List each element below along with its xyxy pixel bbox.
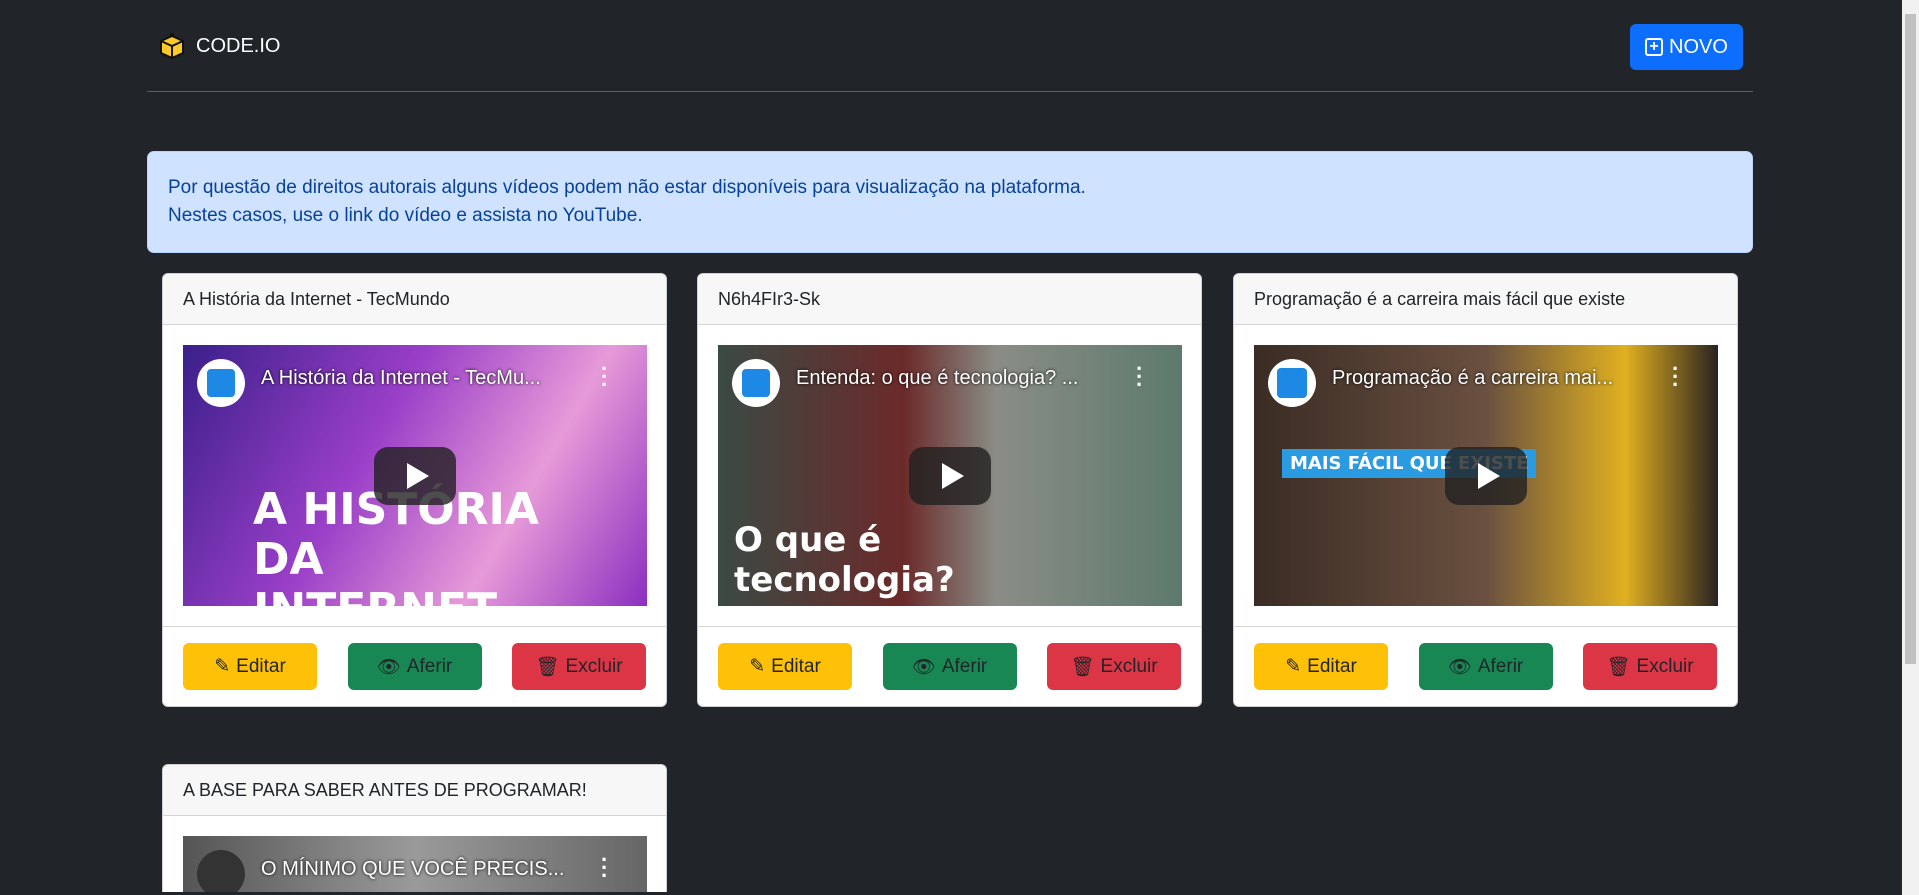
video-title[interactable]: Entenda: o que é tecnologia? ... xyxy=(796,367,1078,390)
thumbnail-text: O que é tecnologia? xyxy=(734,520,955,600)
eye-icon: 👁 xyxy=(376,656,401,678)
view-button[interactable]: 👁 Aferir xyxy=(1418,643,1553,690)
cube-logo-icon xyxy=(160,33,184,60)
plus-square-icon: + xyxy=(1645,38,1664,56)
brand-name: CODE.IO xyxy=(196,34,281,57)
new-button-label: NOVO xyxy=(1669,35,1728,58)
channel-avatar[interactable] xyxy=(197,359,245,407)
edit-label: Editar xyxy=(1307,655,1357,677)
view-button[interactable]: 👁 Aferir xyxy=(882,643,1017,690)
edit-icon: ✎ xyxy=(749,656,766,677)
edit-label: Editar xyxy=(771,655,821,677)
edit-button[interactable]: ✎ Editar xyxy=(718,643,852,690)
delete-label: Excluir xyxy=(565,655,623,677)
card-title: N6h4FIr3-Sk xyxy=(698,274,1201,325)
delete-label: Excluir xyxy=(1100,655,1158,677)
channel-avatar[interactable] xyxy=(732,359,780,407)
card-title: Programação é a carreira mais fácil que … xyxy=(1234,274,1737,325)
video-embed[interactable]: O MÍNIMO QUE VOCÊ PRECIS... · · · xyxy=(183,836,647,892)
video-title[interactable]: Programação é a carreira mai... xyxy=(1332,367,1613,390)
scrollbar[interactable] xyxy=(1902,0,1919,895)
video-card: A BASE PARA SABER ANTES DE PROGRAMAR! O … xyxy=(162,764,667,892)
navbar: CODE.IO + NOVO xyxy=(147,0,1753,92)
play-button[interactable] xyxy=(1445,446,1527,505)
alert-line-2: Nestes casos, use o link do vídeo e assi… xyxy=(168,205,643,226)
delete-label: Excluir xyxy=(1636,655,1694,677)
video-card: N6h4FIr3-Sk O que é tecnologia? Entenda:… xyxy=(697,273,1202,707)
edit-icon: ✎ xyxy=(214,656,231,677)
brand[interactable]: CODE.IO xyxy=(158,32,280,60)
scrollbar-thumb[interactable] xyxy=(1905,14,1916,664)
edit-label: Editar xyxy=(236,655,286,677)
more-options-icon[interactable]: · · · xyxy=(1672,358,1679,396)
delete-button[interactable]: 🗑 Excluir xyxy=(512,643,646,690)
trash-icon: 🗑 xyxy=(535,656,560,678)
play-button[interactable] xyxy=(374,446,456,505)
more-options-icon[interactable]: · · · xyxy=(1136,358,1143,396)
edit-icon: ✎ xyxy=(1285,656,1302,677)
view-label: Aferir xyxy=(1477,655,1524,677)
edit-button[interactable]: ✎ Editar xyxy=(183,643,317,690)
edit-button[interactable]: ✎ Editar xyxy=(1254,643,1388,690)
channel-avatar[interactable] xyxy=(1268,359,1316,407)
play-button[interactable] xyxy=(909,446,991,505)
card-title: A História da Internet - TecMundo xyxy=(163,274,666,325)
eye-icon: 👁 xyxy=(1447,656,1472,678)
eye-icon: 👁 xyxy=(911,656,936,678)
trash-icon: 🗑 xyxy=(1070,656,1095,678)
video-embed[interactable]: A HISTÓRIA DA INTERNET A História da Int… xyxy=(183,345,647,606)
copyright-alert: Por questão de direitos autorais alguns … xyxy=(147,151,1753,253)
more-options-icon[interactable]: · · · xyxy=(601,358,608,396)
view-label: Aferir xyxy=(406,655,453,677)
alert-line-1: Por questão de direitos autorais alguns … xyxy=(168,177,1086,198)
new-video-button[interactable]: + NOVO xyxy=(1630,24,1743,70)
video-embed[interactable]: O que é tecnologia? Entenda: o que é tec… xyxy=(718,345,1182,606)
channel-avatar[interactable] xyxy=(197,850,245,892)
video-title[interactable]: A História da Internet - TecMu... xyxy=(261,367,541,390)
video-embed[interactable]: MAIS FÁCIL QUE EXISTE Programação é a ca… xyxy=(1254,345,1718,606)
video-card: A História da Internet - TecMundo A HIST… xyxy=(162,273,667,707)
card-title: A BASE PARA SABER ANTES DE PROGRAMAR! xyxy=(163,765,666,816)
delete-button[interactable]: 🗑 Excluir xyxy=(1583,643,1717,690)
view-label: Aferir xyxy=(941,655,988,677)
view-button[interactable]: 👁 Aferir xyxy=(347,643,482,690)
more-options-icon[interactable]: · · · xyxy=(601,849,608,887)
video-title[interactable]: O MÍNIMO QUE VOCÊ PRECIS... xyxy=(261,858,564,881)
trash-icon: 🗑 xyxy=(1606,656,1631,678)
delete-button[interactable]: 🗑 Excluir xyxy=(1047,643,1181,690)
video-card: Programação é a carreira mais fácil que … xyxy=(1233,273,1738,707)
